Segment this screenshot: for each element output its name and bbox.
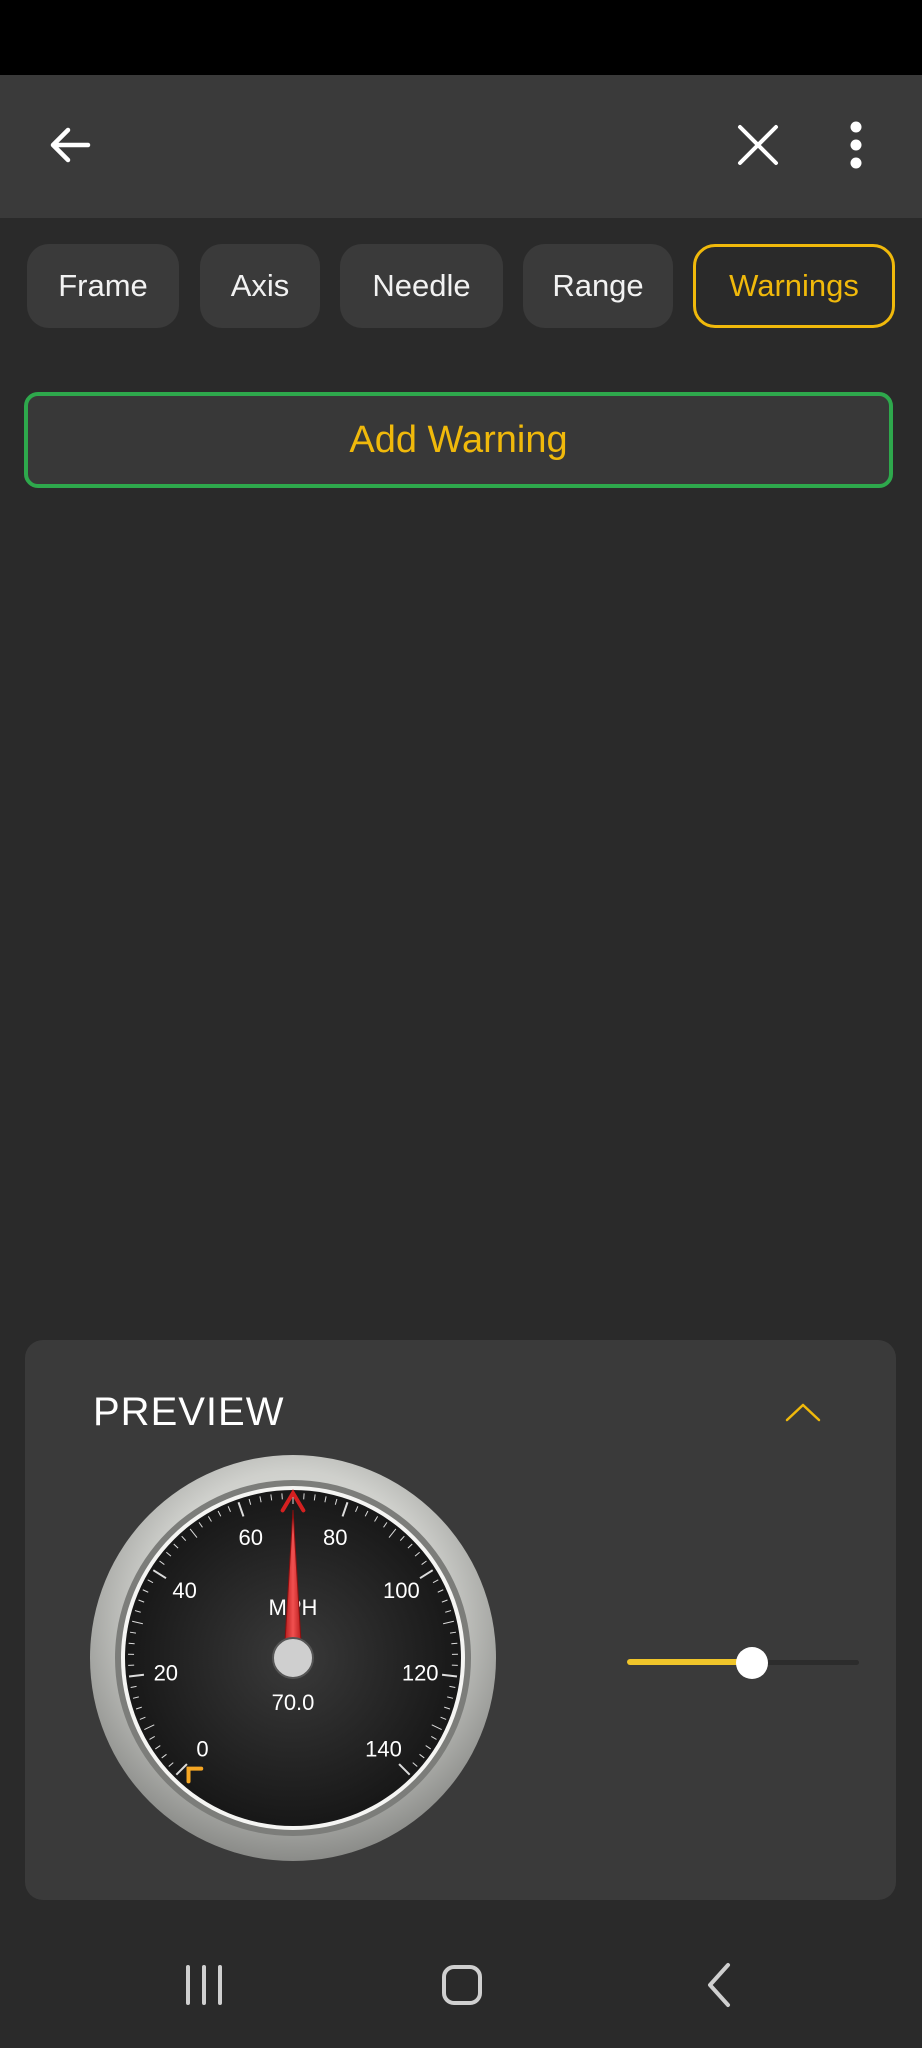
speedometer-gauge: 020406080100120140 MPH 70.0 xyxy=(90,1455,496,1861)
gauge-tick-label: 20 xyxy=(154,1660,178,1685)
more-options-button[interactable] xyxy=(826,105,886,185)
tab-bar: Frame Axis Needle Range Warnings xyxy=(0,244,922,328)
nav-back-button[interactable] xyxy=(660,1940,780,2030)
preview-title: PREVIEW xyxy=(93,1390,285,1434)
more-vertical-icon xyxy=(850,121,862,169)
gauge-tick xyxy=(451,1642,458,1645)
gauge-tick-label: 0 xyxy=(196,1737,208,1762)
close-icon xyxy=(738,125,778,165)
preview-panel: PREVIEW 0 20 40 60 80 100 120 140 70.0 xyxy=(25,1340,896,1900)
tab-range[interactable]: Range xyxy=(523,244,673,328)
value-slider[interactable] xyxy=(625,1642,865,1682)
tab-frame[interactable]: Frame xyxy=(27,244,179,328)
nav-recents-button[interactable] xyxy=(144,1940,264,2030)
app-bar xyxy=(0,75,922,218)
collapse-button[interactable] xyxy=(773,1392,833,1432)
nav-home-button[interactable] xyxy=(402,1940,522,2030)
back-button[interactable] xyxy=(30,105,110,185)
close-button[interactable] xyxy=(718,105,798,185)
gauge-tick-label: 120 xyxy=(402,1660,439,1685)
gauge-value-readout: 70.0 xyxy=(272,1690,315,1715)
recents-icon xyxy=(186,1965,222,2005)
back-chevron-icon xyxy=(708,1963,730,2007)
needle-hub xyxy=(272,1637,314,1679)
gauge-tick-label: 80 xyxy=(323,1525,347,1550)
gauge-tick xyxy=(128,1642,135,1645)
gauge-tick-label: 100 xyxy=(383,1578,420,1603)
system-nav-bar xyxy=(0,1920,922,2048)
slider-thumb[interactable] xyxy=(736,1647,769,1679)
gauge-tick-label: 60 xyxy=(238,1525,262,1550)
slider-fill xyxy=(627,1659,753,1665)
gauge-tick-label: 40 xyxy=(172,1578,196,1603)
gauge-tick-label: 140 xyxy=(365,1737,402,1762)
status-bar xyxy=(0,0,922,75)
tab-warnings[interactable]: Warnings xyxy=(693,244,895,328)
arrow-left-icon xyxy=(50,127,91,163)
chevron-up-icon xyxy=(785,1403,821,1422)
add-warning-button[interactable]: Add Warning xyxy=(24,392,893,488)
tab-axis[interactable]: Axis xyxy=(200,244,320,328)
tab-needle[interactable]: Needle xyxy=(340,244,503,328)
home-icon xyxy=(442,1965,482,2005)
